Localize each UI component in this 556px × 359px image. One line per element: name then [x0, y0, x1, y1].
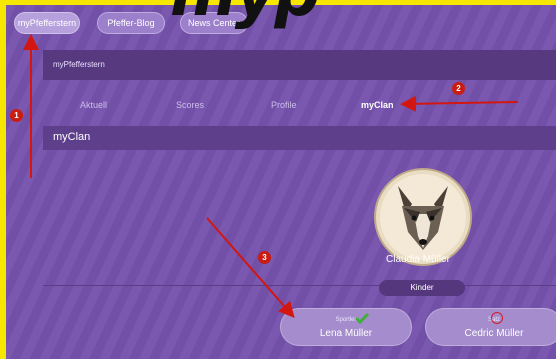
avatar[interactable]: [376, 170, 470, 264]
tab-aktuell[interactable]: Aktuell: [80, 100, 107, 110]
annotation-marker-2: 2: [452, 82, 465, 95]
member-card-cedric[interactable]: Satz Cedric Müller: [425, 308, 556, 346]
myclan-title: myClan: [53, 131, 91, 143]
tab-profile[interactable]: Profile: [271, 100, 297, 110]
checkmark-icon: [354, 312, 370, 324]
member-role: Sportler: [335, 317, 357, 323]
section-header-panel: myPfefferstern: [43, 50, 556, 80]
nav-mypfefferstern[interactable]: myPfefferstern: [14, 12, 80, 34]
profile-name: Claudia Müller: [386, 254, 450, 265]
nav-pfeffer-blog[interactable]: Pfeffer-Blog: [97, 12, 165, 34]
tab-scores[interactable]: Scores: [176, 100, 204, 110]
annotation-marker-3: 3: [258, 251, 271, 264]
alert-icon: [491, 312, 503, 324]
tab-bar: Aktuell Scores Profile myClan: [43, 91, 556, 121]
member-name: Lena Müller: [319, 328, 373, 339]
myclan-header: myClan: [43, 126, 556, 150]
app-window: myPfefferstern Pfeffer-Blog News Center …: [6, 5, 556, 359]
tab-myclan[interactable]: myClan: [361, 100, 394, 110]
divider: [43, 285, 556, 286]
member-name: Cedric Müller: [464, 328, 524, 339]
group-badge: Kinder: [379, 280, 465, 296]
member-card-lena[interactable]: Sportler Lena Müller: [280, 308, 412, 346]
overlay-title: myp: [170, 0, 320, 26]
annotation-marker-1: 1: [10, 109, 23, 122]
wolf-icon: [398, 186, 448, 250]
panel-title: myPfefferstern: [53, 60, 105, 69]
